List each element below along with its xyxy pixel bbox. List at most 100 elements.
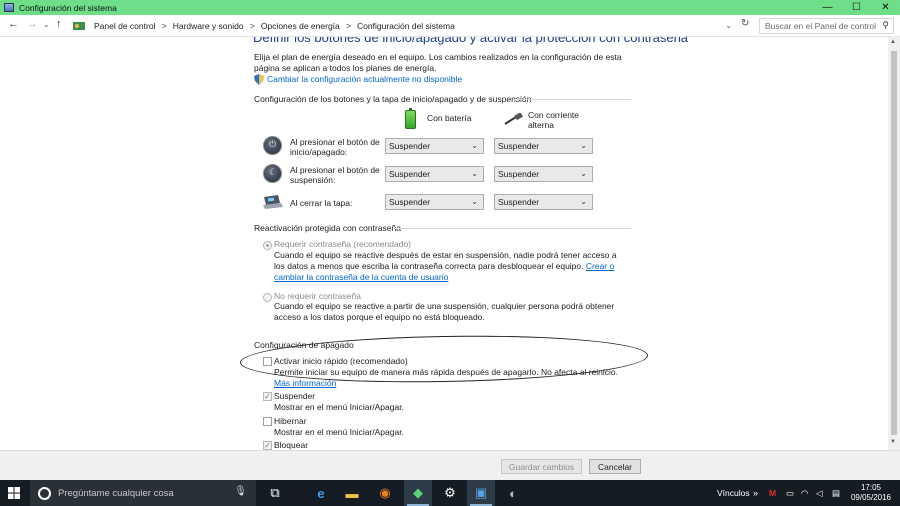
forward-button[interactable]: →: [27, 18, 38, 30]
windows-start-icon[interactable]: [8, 487, 20, 499]
chevron-down-icon: ⌄: [580, 197, 587, 206]
task-view-icon[interactable]: ⧉: [261, 480, 289, 506]
taskbar: Pregúntame cualquier cosa 🎙 ⧉ e ▬ ◉ ◆ ⚙ …: [0, 480, 900, 506]
address-bar: ← → ⌄ ↑ Panel de control > Hardware y so…: [0, 15, 900, 37]
button-bar: Guardar cambios Cancelar: [0, 450, 900, 480]
section-divider: [395, 228, 631, 229]
no-password-radio[interactable]: [263, 293, 272, 302]
maximize-button[interactable]: ☐: [842, 0, 871, 15]
cortana-placeholder: Pregúntame cualquier cosa: [58, 487, 174, 499]
app-green-icon[interactable]: ◆: [404, 480, 432, 506]
power-button-label-line2: inicio/apagado:: [290, 147, 348, 157]
scroll-down-icon[interactable]: ▼: [890, 439, 896, 445]
window-title: Configuración del sistema: [19, 2, 117, 13]
sleep-button-ac-select[interactable]: Suspender ⌄: [494, 166, 593, 182]
power-button-label-line1: Al presionar el botón de: [290, 137, 380, 147]
battery-column-header: Con batería: [427, 113, 472, 123]
lock-checkbox[interactable]: ✓: [263, 441, 272, 450]
cortana-icon: [38, 486, 51, 500]
require-password-desc-text: Cuando el equipo se reactive después de …: [274, 250, 617, 271]
crumb-hardware-sound[interactable]: Hardware y sonido: [173, 21, 244, 31]
suspend-description: Mostrar en el menú Iniciar/Apagar.: [274, 402, 404, 412]
lid-close-battery-select[interactable]: Suspender ⌄: [385, 194, 484, 210]
battery-icon: [405, 108, 416, 129]
scroll-up-icon[interactable]: ▲: [890, 39, 896, 45]
ac-column-header: Con corriente alterna: [528, 110, 580, 130]
search-placeholder: Buscar en el Panel de control: [765, 21, 877, 31]
window-controls: — ☐ ✕: [813, 0, 900, 15]
tray-m-icon[interactable]: M: [769, 480, 776, 506]
hibernate-checkbox[interactable]: [263, 417, 272, 426]
firefox-icon[interactable]: ◉: [371, 480, 399, 506]
select-value: Suspender: [389, 197, 431, 207]
intro-text: Elija el plan de energía deseado en el e…: [254, 52, 622, 73]
power-button-label: Al presionar el botón de inicio/apagado:: [290, 137, 382, 157]
laptop-lid-icon: [263, 195, 283, 209]
address-dropdown-icon[interactable]: ⌄: [725, 21, 732, 30]
sleep-button-battery-select[interactable]: Suspender ⌄: [385, 166, 484, 182]
select-value: Suspender: [498, 169, 540, 179]
file-explorer-icon[interactable]: ▬: [338, 480, 366, 506]
scrollbar-thumb[interactable]: [891, 51, 897, 435]
links-chevron-icon[interactable]: »: [753, 480, 758, 506]
notification-tray-icon[interactable]: ▤: [832, 480, 840, 506]
minimize-button[interactable]: —: [813, 0, 842, 15]
require-password-radio[interactable]: [263, 241, 272, 250]
edge-icon[interactable]: e: [307, 480, 335, 506]
clock[interactable]: 17:05 09/05/2016: [850, 483, 892, 503]
select-value: Suspender: [389, 141, 431, 151]
sleep-button-icon: ☾: [263, 164, 282, 183]
network-tray-icon[interactable]: ◠: [801, 480, 808, 506]
lock-label: Bloquear: [274, 440, 309, 450]
vertical-scrollbar[interactable]: ▲ ▼: [888, 37, 900, 450]
search-icon[interactable]: ⚲: [882, 20, 889, 31]
microphone-icon[interactable]: 🎙: [234, 486, 247, 497]
suspend-checkbox[interactable]: ✓: [263, 392, 272, 401]
no-password-description: Cuando el equipo se reactive a partir de…: [274, 301, 615, 322]
cortana-search-box[interactable]: Pregúntame cualquier cosa 🎙: [30, 480, 256, 506]
suspend-label: Suspender: [274, 391, 316, 401]
refresh-button[interactable]: ↻: [741, 18, 749, 29]
breadcrumb[interactable]: Panel de control > Hardware y sonido > O…: [68, 18, 755, 34]
crumb-separator: >: [345, 21, 352, 31]
chevron-down-icon: ⌄: [471, 197, 478, 206]
sleep-button-label-line2: suspensión:: [290, 175, 336, 185]
clock-date: 09/05/2016: [850, 493, 892, 502]
chevron-down-icon: ⌄: [471, 169, 478, 178]
back-button[interactable]: ←: [8, 18, 19, 30]
crumb-control-panel[interactable]: Panel de control: [94, 21, 155, 31]
power-button-battery-select[interactable]: Suspender ⌄: [385, 138, 484, 154]
control-panel-taskbar-icon[interactable]: ▣: [467, 480, 495, 506]
password-section-title: Reactivación protegida con contraseña: [254, 223, 401, 233]
plug-icon: [504, 113, 523, 125]
change-unavailable-settings-link[interactable]: Cambiar la configuración actualmente no …: [267, 74, 462, 84]
search-input[interactable]: Buscar en el Panel de control ⚲: [759, 18, 894, 34]
lid-close-ac-select[interactable]: Suspender ⌄: [494, 194, 593, 210]
links-toolbar-label[interactable]: Vínculos: [717, 480, 750, 506]
crumb-system-settings[interactable]: Configuración del sistema: [357, 21, 455, 31]
app-gray-icon[interactable]: ◐: [499, 480, 527, 506]
close-button[interactable]: ✕: [871, 0, 900, 15]
ac-header-line2: alterna: [528, 120, 554, 130]
crumb-separator: >: [249, 21, 255, 31]
recent-locations-icon[interactable]: ⌄: [43, 20, 50, 29]
sleep-button-label-line1: Al presionar el botón de: [290, 165, 380, 175]
up-button[interactable]: ↑: [56, 18, 62, 30]
sleep-button-label: Al presionar el botón de suspensión:: [290, 165, 382, 185]
save-changes-button[interactable]: Guardar cambios: [501, 459, 582, 474]
section-divider: [513, 99, 631, 100]
title-bar: Configuración del sistema — ☐ ✕: [0, 0, 900, 15]
battery-tray-icon[interactable]: ▭: [786, 480, 794, 506]
chevron-down-icon: ⌄: [471, 141, 478, 150]
require-password-description: Cuando el equipo se reactive después de …: [274, 250, 624, 283]
content-area: Definir los botones de inicio/apagado y …: [0, 37, 888, 450]
hibernate-label: Hibernar: [274, 416, 307, 426]
lid-close-label: Al cerrar la tapa:: [290, 198, 353, 208]
volume-tray-icon[interactable]: ◁: [816, 480, 823, 506]
power-button-ac-select[interactable]: Suspender ⌄: [494, 138, 593, 154]
settings-gear-icon[interactable]: ⚙: [436, 480, 464, 506]
page-title: Definir los botones de inicio/apagado y …: [253, 37, 689, 45]
clock-time: 17:05: [860, 483, 882, 492]
crumb-power-options[interactable]: Opciones de energía: [261, 21, 340, 31]
cancel-button[interactable]: Cancelar: [589, 459, 641, 474]
